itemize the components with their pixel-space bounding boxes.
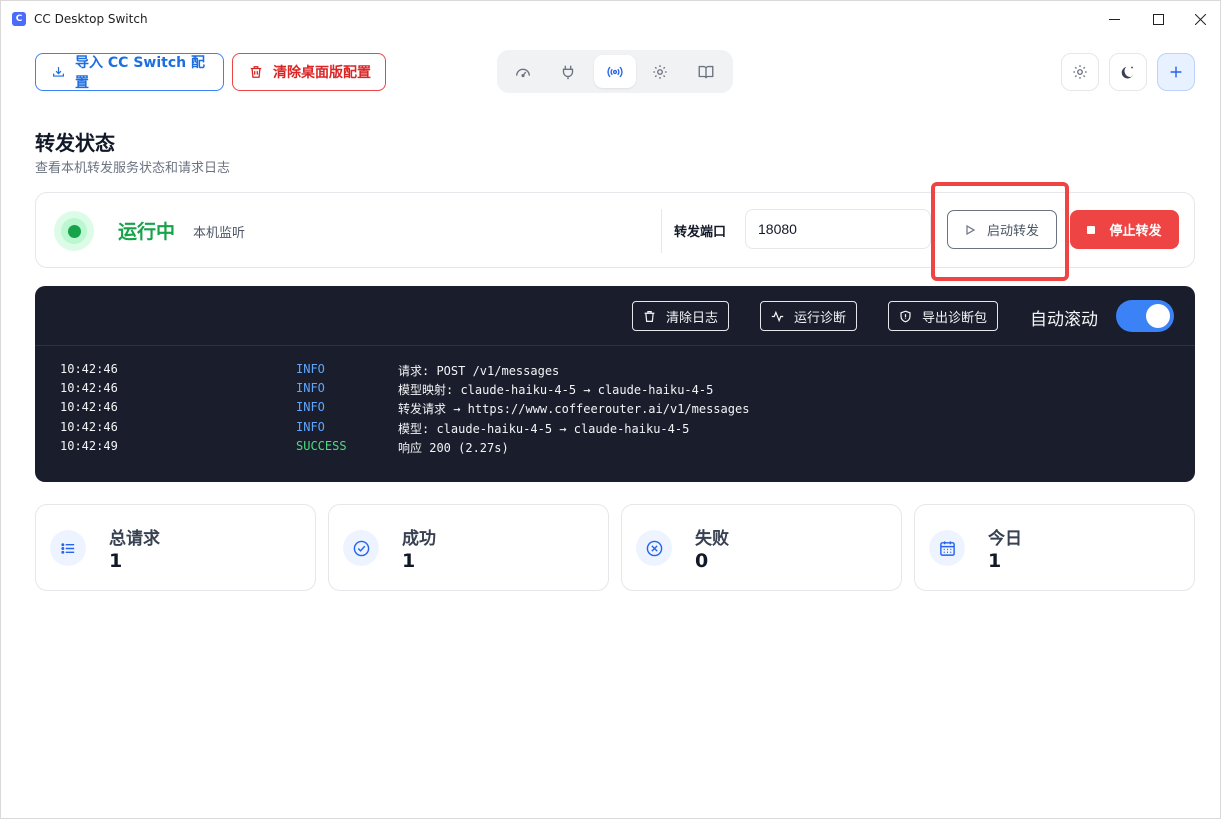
plus-icon [1170,66,1182,78]
log-line: 10:42:46 INFO 请求: POST /v1/messages [35,362,1195,381]
close-icon [1194,13,1206,25]
add-button[interactable] [1157,53,1195,91]
maximize-button[interactable] [1135,5,1181,33]
app-window: C CC Desktop Switch 导入 CC Switch 配置 清除桌面… [0,0,1221,819]
list-icon [50,530,86,566]
x-circle-icon [636,530,672,566]
import-button-label: 导入 CC Switch 配置 [75,55,205,91]
log-lines: 10:42:46 INFO 请求: POST /v1/messages 10:4… [35,362,1195,458]
nav-docs[interactable] [685,55,727,88]
stat-label: 今日 [988,529,1022,549]
log-line: 10:42:49 SUCCESS 响应 200 (2.27s) [35,439,1195,458]
page-title: 转发状态 [35,131,115,155]
gear-icon [653,64,667,79]
port-input[interactable] [745,209,931,249]
stat-card-success: 成功 1 [328,504,609,591]
stop-icon [1087,225,1096,234]
log-panel: 清除日志 运行诊断 导出诊断包 自动滚动 10:42:46 INFO 请求: P… [35,286,1195,482]
start-forwarding-button[interactable]: 启动转发 [947,210,1057,249]
log-message: 模型: claude-haiku-4-5 → claude-haiku-4-5 [398,421,690,436]
activity-icon [771,310,784,322]
log-level: INFO [296,419,325,434]
divider [661,209,662,253]
status-text: 运行中 [118,221,176,243]
stop-forwarding-button[interactable]: 停止转发 [1070,210,1179,249]
log-time: 10:42:46 [60,419,118,434]
stat-label: 失败 [695,529,729,549]
log-message: 响应 200 (2.27s) [398,440,509,455]
export-diagnostics-label: 导出诊断包 [922,310,988,326]
start-forwarding-label: 启动转发 [986,224,1039,239]
toggle-knob [1146,304,1170,328]
stop-forwarding-label: 停止转发 [1109,224,1162,239]
status-card: 运行中 本机监听 转发端口 启动转发 停止转发 [35,192,1195,268]
log-level: SUCCESS [296,438,347,453]
stat-value: 1 [402,550,416,572]
import-cc-switch-button[interactable]: 导入 CC Switch 配置 [35,53,224,91]
nav-plug[interactable] [547,55,589,88]
log-message: 请求: POST /v1/messages [398,364,560,378]
theme-toggle-button[interactable] [1109,53,1147,91]
settings-button[interactable] [1061,53,1099,91]
port-label: 转发端口 [674,225,727,240]
log-message: 转发请求 → https://www.coffeerouter.ai/v1/me… [398,402,750,417]
autoscroll-toggle[interactable] [1116,300,1174,332]
trash-icon [250,66,262,78]
log-line: 10:42:46 INFO 转发请求 → https://www.coffeer… [35,400,1195,419]
stat-card-today: 今日 1 [914,504,1195,591]
broadcast-icon [607,66,623,77]
check-circle-icon [343,530,379,566]
log-message: 模型映射: claude-haiku-4-5 → claude-haiku-4-… [398,383,714,398]
autoscroll-label: 自动滚动 [1030,310,1098,330]
title-bar: C CC Desktop Switch [1,1,1220,37]
plug-icon [562,65,574,79]
log-level: INFO [296,362,325,376]
moon-icon [1121,66,1134,79]
log-toolbar: 清除日志 运行诊断 导出诊断包 自动滚动 [35,286,1195,346]
main-nav [497,50,733,93]
status-indicator-icon [54,211,94,251]
gear-icon [1073,65,1087,79]
log-level: INFO [296,400,325,415]
nav-forwarding[interactable] [594,55,636,88]
nav-settings[interactable] [639,55,681,88]
log-time: 10:42:46 [60,400,118,415]
stat-value: 1 [109,550,123,572]
log-time: 10:42:49 [60,438,118,453]
run-diagnostics-label: 运行诊断 [794,310,847,326]
log-line: 10:42:46 INFO 模型映射: claude-haiku-4-5 → c… [35,381,1195,400]
book-icon [698,65,714,78]
export-diagnostics-button[interactable]: 导出诊断包 [888,301,999,331]
clear-log-label: 清除日志 [666,310,719,326]
nav-dashboard[interactable] [502,55,544,88]
play-icon [966,224,975,235]
clear-log-button[interactable]: 清除日志 [632,301,730,331]
window-title: CC Desktop Switch [34,12,148,26]
trash-icon [644,310,655,322]
shield-icon [900,310,911,322]
stat-value: 1 [988,550,1002,572]
stat-card-failed: 失败 0 [621,504,902,591]
stat-label: 总请求 [109,529,160,549]
stat-label: 成功 [402,529,436,549]
calendar-icon [929,530,965,566]
close-button[interactable] [1177,5,1221,33]
import-icon [53,67,65,77]
log-level: INFO [296,381,325,396]
clear-desktop-config-button[interactable]: 清除桌面版配置 [232,53,386,91]
run-diagnostics-button[interactable]: 运行诊断 [760,301,858,331]
minimize-icon [1108,18,1120,20]
minimize-button[interactable] [1091,5,1137,33]
clear-button-label: 清除桌面版配置 [273,65,371,81]
maximize-icon [1152,13,1164,25]
page-subtitle: 查看本机转发服务状态和请求日志 [35,161,231,176]
stat-card-total: 总请求 1 [35,504,316,591]
app-logo-icon: C [12,12,26,26]
log-time: 10:42:46 [60,381,118,396]
log-line: 10:42:46 INFO 模型: claude-haiku-4-5 → cla… [35,420,1195,439]
stat-value: 0 [695,550,709,572]
status-scope: 本机监听 [193,226,246,241]
log-time: 10:42:46 [60,362,118,376]
dashboard-icon [516,68,530,77]
